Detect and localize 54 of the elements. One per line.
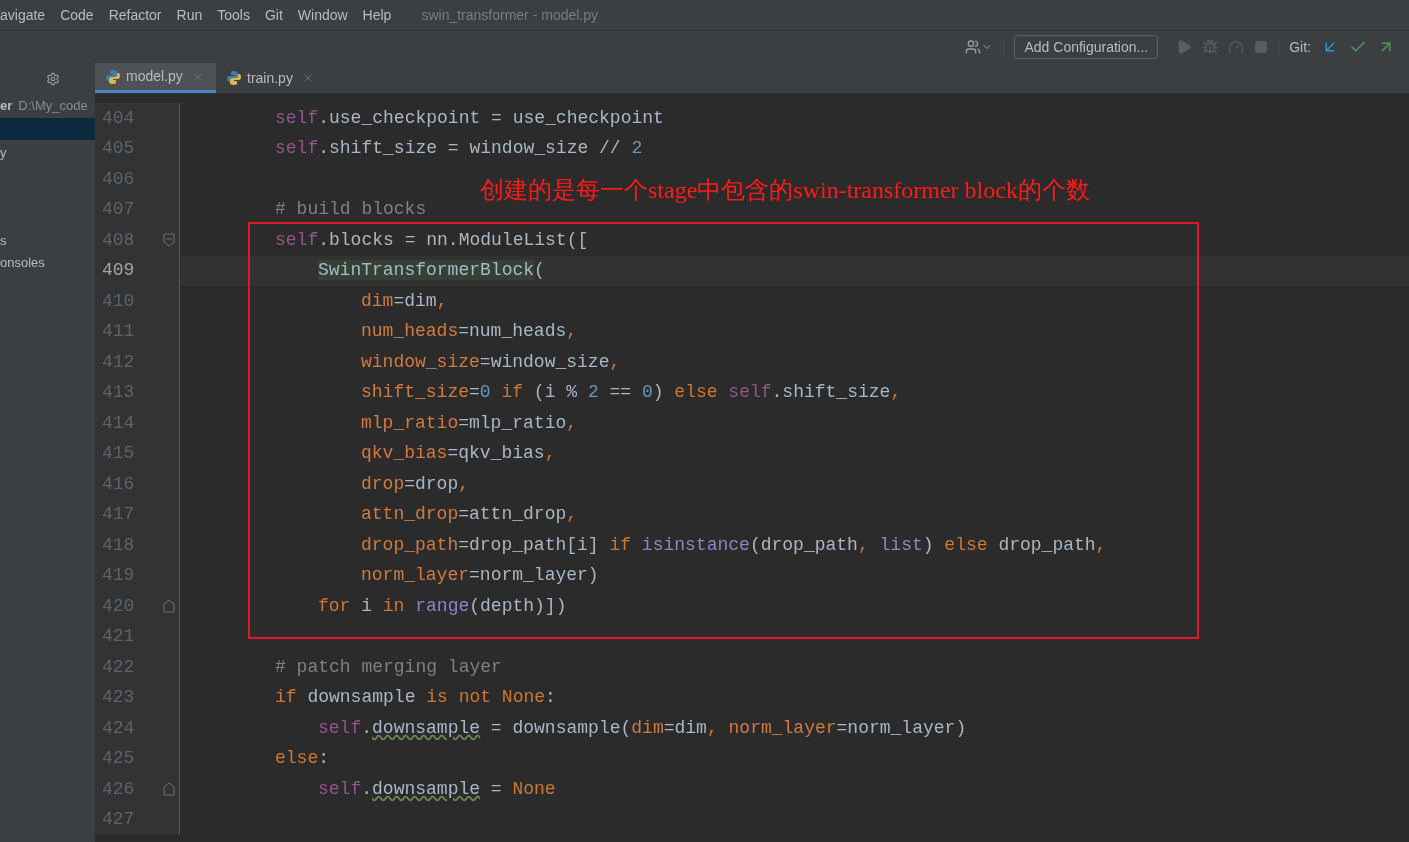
menu-item[interactable]: Window [297,4,348,26]
code-line: self.downsample = downsample(dim=dim, norm_layer=norm_layer) [318,716,967,740]
code-line: mlp_ratio=mlp_ratio, [361,411,578,435]
fold-marker-icon[interactable] [163,782,175,797]
fold-marker-icon[interactable] [163,599,175,614]
code-line: dim=dim, [361,289,448,313]
code-line: attn_drop=attn_drop, [361,503,578,527]
code-line: qkv_bias=qkv_bias, [361,442,556,466]
menu-item[interactable]: avigate [0,4,46,26]
code-line: self.shift_size = window_size // 2 [275,137,643,161]
editor-tab[interactable]: model.py [95,63,216,93]
code-line: drop_path=drop_path[i] if isinstance(drop_path, list) else drop_path, [361,533,1107,557]
tree-item[interactable]: y [0,142,95,164]
menu-item[interactable]: Help [362,4,392,26]
user-icon[interactable] [965,39,994,55]
git-label: Git: [1289,37,1311,57]
project-name: er [0,97,13,116]
line-number: 409 [102,259,135,283]
tree-item[interactable]: s [0,230,95,252]
tab-label: model.py [126,67,183,86]
python-file-icon [226,70,242,86]
menu-item[interactable]: Git [264,4,283,26]
editor-tab[interactable]: train.py [216,63,324,93]
code-line: num_heads=num_heads, [361,320,578,344]
code-line: self.use_checkpoint = use_checkpoint [275,106,664,130]
add-configuration-button[interactable]: Add Configuration... [1014,35,1159,59]
code-line: drop=drop, [361,472,470,496]
code-line: norm_layer=norm_layer) [361,564,599,588]
debug-icon[interactable] [1202,39,1219,55]
python-file-icon [105,68,121,85]
menu-item[interactable]: Tools [217,4,250,26]
code-line: self.blocks = nn.ModuleList([ [275,228,589,252]
fold-marker-icon[interactable] [163,233,175,248]
code-line: else: [275,747,330,771]
code-line: if downsample is not None: [275,686,556,710]
code-line: shift_size=0 if (i % 2 == 0) else self.shift_size, [361,381,902,405]
run-icon[interactable] [1176,39,1193,55]
code-line: SwinTransformerBlock( [318,259,545,283]
code-line: self.downsample = None [318,777,556,801]
annotation-text: 创建的是每一个stage中包含的swin-transformer block的个数 [480,176,1090,205]
project-path: D:\My_code [18,97,88,116]
code-line: for i in range(depth)]) [318,594,567,618]
settings-icon[interactable] [45,71,60,86]
window-title: swin_transformer - model.py [421,5,599,25]
tree-item[interactable]: onsoles [0,252,95,274]
tab-label: train.py [247,68,293,88]
code-line: # build blocks [275,198,427,222]
coverage-icon[interactable] [1228,39,1245,55]
stop-icon[interactable] [1254,40,1269,54]
menu-item[interactable]: Refactor [108,4,162,26]
menu-item[interactable]: Run [176,4,203,26]
code-line: # patch merging layer [275,655,502,679]
code-line: window_size=window_size, [361,350,621,374]
menu-item[interactable]: Code [60,4,94,26]
